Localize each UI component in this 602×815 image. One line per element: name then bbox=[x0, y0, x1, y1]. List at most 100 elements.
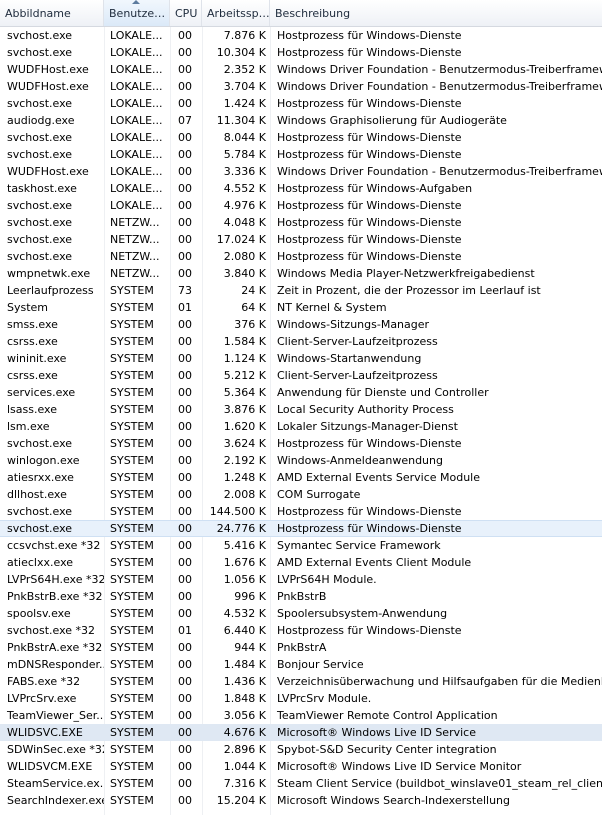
user-name-cell: SYSTEM bbox=[110, 607, 154, 620]
cpu-cell: 00 bbox=[178, 352, 192, 365]
process-row[interactable]: PnkBstrB.exe *32 SYSTEM 00 996 K PnkBstrB bbox=[0, 588, 602, 605]
process-row[interactable]: mDNSResponder.... SYSTEM 00 1.484 K Bonjour … bbox=[0, 656, 602, 673]
cpu-cell: 00 bbox=[178, 437, 192, 450]
process-row[interactable]: csrss.exe SYSTEM 00 5.212 K Client-Server-La… bbox=[0, 367, 602, 384]
memory-cell: 1.424 K bbox=[223, 97, 266, 110]
process-row[interactable]: atiesrxx.exe SYSTEM 00 1.248 K AMD External … bbox=[0, 469, 602, 486]
process-name-cell: SearchIndexer.exe bbox=[7, 794, 104, 807]
process-row[interactable]: svchost.exe NETZW... 00 2.080 K Hostprozess … bbox=[0, 248, 602, 265]
description-cell: Hostprozess für Windows-Dienste bbox=[277, 437, 462, 450]
memory-cell: 944 K bbox=[234, 641, 266, 654]
user-name-cell: NETZW... bbox=[110, 250, 160, 263]
process-row[interactable]: SteamService.ex... SYSTEM 00 7.316 K Steam C… bbox=[0, 775, 602, 792]
process-row[interactable]: services.exe SYSTEM 00 5.364 K Anwendung für… bbox=[0, 384, 602, 401]
user-name-cell: LOKALE... bbox=[110, 114, 163, 127]
process-row[interactable]: winlogon.exe SYSTEM 00 2.192 K Windows-Anmel… bbox=[0, 452, 602, 469]
process-row[interactable]: SDWinSec.exe *32 SYSTEM 00 2.896 K Spybot-S&… bbox=[0, 741, 602, 758]
cpu-cell: 00 bbox=[178, 250, 192, 263]
process-name-cell: services.exe bbox=[7, 386, 76, 399]
user-name-cell: SYSTEM bbox=[110, 675, 154, 688]
cpu-cell: 00 bbox=[178, 794, 192, 807]
process-row[interactable]: svchost.exe SYSTEM 00 144.500 K Hostprozess … bbox=[0, 503, 602, 520]
description-cell: Symantec Service Framework bbox=[277, 539, 441, 552]
process-row[interactable]: svchost.exe SYSTEM 00 24.776 K Hostprozess f… bbox=[0, 520, 602, 537]
process-row[interactable]: svchost.exe LOKALE... 00 1.424 K Hostprozess… bbox=[0, 95, 602, 112]
description-cell: TeamViewer Remote Control Application bbox=[277, 709, 498, 722]
process-row[interactable]: svchost.exe *32 SYSTEM 01 6.440 K Hostprozes… bbox=[0, 622, 602, 639]
user-name-cell: SYSTEM bbox=[110, 794, 154, 807]
process-row[interactable]: WLIDSVC.EXE SYSTEM 00 4.676 K Microsoft® Win… bbox=[0, 724, 602, 741]
process-row[interactable]: ccsvchst.exe *32 SYSTEM 00 5.416 K Symantec … bbox=[0, 537, 602, 554]
process-name-cell: svchost.exe bbox=[7, 233, 73, 246]
process-name-cell: svchost.exe bbox=[7, 522, 73, 535]
column-header-image-name[interactable]: Abbildname bbox=[0, 0, 104, 26]
process-row[interactable]: csrss.exe SYSTEM 00 1.584 K Client-Server-La… bbox=[0, 333, 602, 350]
process-row[interactable]: wmpnetwk.exe NETZW... 00 3.840 K Windows Med… bbox=[0, 265, 602, 282]
memory-cell: 3.704 K bbox=[223, 80, 266, 93]
process-row[interactable]: WUDFHost.exe LOKALE... 00 3.704 K Windows Dr… bbox=[0, 78, 602, 95]
process-row[interactable]: dllhost.exe SYSTEM 00 2.008 K COM Surrogate bbox=[0, 486, 602, 503]
process-row[interactable]: LVPrcSrv.exe SYSTEM 00 1.848 K LVPrcSrv Mod… bbox=[0, 690, 602, 707]
process-name-cell: SteamService.ex... bbox=[7, 777, 104, 790]
column-header-memory[interactable]: Arbeitssp… bbox=[202, 0, 270, 26]
description-cell: Local Security Authority Process bbox=[277, 403, 454, 416]
process-row[interactable]: svchost.exe LOKALE... 00 7.876 K Hostprozess… bbox=[0, 27, 602, 44]
process-row[interactable]: smss.exe SYSTEM 00 376 K Windows-Sitzungs-Ma… bbox=[0, 316, 602, 333]
process-row[interactable]: svchost.exe NETZW... 00 17.024 K Hostprozess… bbox=[0, 231, 602, 248]
user-name-cell: SYSTEM bbox=[110, 284, 154, 297]
process-row[interactable]: WLIDSVCM.EXE SYSTEM 00 1.044 K Microsoft® Wi… bbox=[0, 758, 602, 775]
column-header-user[interactable]: Benutze… bbox=[104, 0, 170, 26]
user-name-cell: LOKALE... bbox=[110, 131, 163, 144]
process-name-cell: svchost.exe bbox=[7, 97, 73, 110]
process-row[interactable]: SearchIndexer.exe SYSTEM 00 15.204 K Microso… bbox=[0, 792, 602, 809]
process-row[interactable]: svchost.exe LOKALE... 00 4.976 K Hostprozess… bbox=[0, 197, 602, 214]
memory-cell: 7.316 K bbox=[223, 777, 266, 790]
memory-cell: 1.044 K bbox=[223, 760, 266, 773]
description-cell: Windows-Anmeldeanwendung bbox=[277, 454, 443, 467]
process-row[interactable]: atieclxx.exe SYSTEM 00 1.676 K AMD External … bbox=[0, 554, 602, 571]
cpu-cell: 00 bbox=[178, 63, 192, 76]
process-name-cell: lsass.exe bbox=[7, 403, 57, 416]
memory-cell: 1.124 K bbox=[223, 352, 266, 365]
process-row[interactable]: lsass.exe SYSTEM 00 3.876 K Local Security A… bbox=[0, 401, 602, 418]
process-row[interactable]: WUDFHost.exe LOKALE... 00 3.336 K Windows Dr… bbox=[0, 163, 602, 180]
process-row[interactable]: svchost.exe LOKALE... 00 5.784 K Hostprozess… bbox=[0, 146, 602, 163]
description-cell: Microsoft® Windows Live ID Service Monit… bbox=[277, 760, 522, 773]
process-row[interactable]: PnkBstrA.exe *32 SYSTEM 00 944 K PnkBstrA bbox=[0, 639, 602, 656]
memory-cell: 1.620 K bbox=[223, 420, 266, 433]
description-cell: Hostprozess für Windows-Dienste bbox=[277, 46, 462, 59]
memory-cell: 3.336 K bbox=[223, 165, 266, 178]
cpu-cell: 01 bbox=[178, 624, 192, 637]
cpu-cell: 00 bbox=[178, 692, 192, 705]
user-name-cell: SYSTEM bbox=[110, 539, 154, 552]
process-row[interactable]: taskhost.exe LOKALE... 00 4.552 K Hostprozes… bbox=[0, 180, 602, 197]
description-cell: Hostprozess für Windows-Dienste bbox=[277, 29, 462, 42]
description-cell: PnkBstrA bbox=[277, 641, 327, 654]
process-row[interactable]: LVPrS64H.exe *32 SYSTEM 00 1.056 K LVPrS64H… bbox=[0, 571, 602, 588]
memory-cell: 996 K bbox=[234, 590, 266, 603]
process-row[interactable]: System SYSTEM 01 64 K NT Kernel & System bbox=[0, 299, 602, 316]
process-name-cell: svchost.exe bbox=[7, 29, 73, 42]
process-row[interactable]: svchost.exe LOKALE... 00 8.044 K Hostprozess… bbox=[0, 129, 602, 146]
process-row[interactable]: wininit.exe SYSTEM 00 1.124 K Windows-Starta… bbox=[0, 350, 602, 367]
process-row[interactable]: svchost.exe LOKALE... 00 10.304 K Hostprozes… bbox=[0, 44, 602, 61]
memory-cell: 10.304 K bbox=[216, 46, 266, 59]
process-row[interactable]: svchost.exe SYSTEM 00 3.624 K Hostprozess fü… bbox=[0, 435, 602, 452]
process-row[interactable]: svchost.exe NETZW... 00 4.048 K Hostprozess … bbox=[0, 214, 602, 231]
description-cell: Bonjour Service bbox=[277, 658, 364, 671]
process-row[interactable]: Leerlaufprozess SYSTEM 73 24 K Zeit in Proze… bbox=[0, 282, 602, 299]
description-cell: LVPrcSrv Module. bbox=[277, 692, 372, 705]
process-row[interactable]: audiodg.exe LOKALE... 07 11.304 K Windows Gr… bbox=[0, 112, 602, 129]
column-header-cpu[interactable]: CPU bbox=[170, 0, 202, 26]
cpu-cell: 00 bbox=[178, 29, 192, 42]
process-row[interactable]: WUDFHost.exe LOKALE... 00 2.352 K Windows Dr… bbox=[0, 61, 602, 78]
process-row[interactable]: spoolsv.exe SYSTEM 00 4.532 K Spoolersubsyst… bbox=[0, 605, 602, 622]
cpu-cell: 00 bbox=[178, 97, 192, 110]
process-row[interactable]: FABS.exe *32 SYSTEM 00 1.436 K Verzeichnisüb… bbox=[0, 673, 602, 690]
description-cell: Steam Client Service (buildbot_winslave0… bbox=[277, 777, 602, 790]
column-header-description[interactable]: Beschreibung bbox=[270, 0, 602, 26]
description-cell: Microsoft® Windows Live ID Service bbox=[277, 726, 476, 739]
memory-cell: 2.192 K bbox=[223, 454, 266, 467]
process-row[interactable]: TeamViewer_Ser... SYSTEM 00 3.056 K TeamView… bbox=[0, 707, 602, 724]
process-row[interactable]: lsm.exe SYSTEM 00 1.620 K Lokaler Sitzungs-M… bbox=[0, 418, 602, 435]
